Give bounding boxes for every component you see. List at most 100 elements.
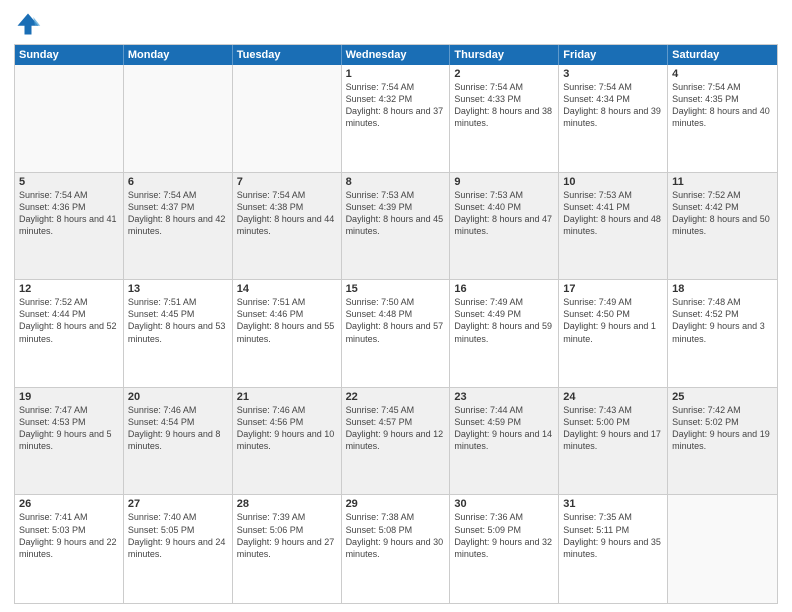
day-info: Sunrise: 7:46 AM Sunset: 4:54 PM Dayligh… bbox=[128, 404, 228, 453]
day-info: Sunrise: 7:45 AM Sunset: 4:57 PM Dayligh… bbox=[346, 404, 446, 453]
day-number: 23 bbox=[454, 391, 554, 403]
calendar-row-1: 1Sunrise: 7:54 AM Sunset: 4:32 PM Daylig… bbox=[15, 65, 777, 173]
day-number: 4 bbox=[672, 68, 773, 80]
cal-cell-3-3: 14Sunrise: 7:51 AM Sunset: 4:46 PM Dayli… bbox=[233, 280, 342, 387]
day-info: Sunrise: 7:41 AM Sunset: 5:03 PM Dayligh… bbox=[19, 511, 119, 560]
cal-cell-3-6: 17Sunrise: 7:49 AM Sunset: 4:50 PM Dayli… bbox=[559, 280, 668, 387]
cal-cell-2-6: 10Sunrise: 7:53 AM Sunset: 4:41 PM Dayli… bbox=[559, 173, 668, 280]
day-info: Sunrise: 7:54 AM Sunset: 4:33 PM Dayligh… bbox=[454, 81, 554, 130]
day-info: Sunrise: 7:53 AM Sunset: 4:41 PM Dayligh… bbox=[563, 189, 663, 238]
day-info: Sunrise: 7:40 AM Sunset: 5:05 PM Dayligh… bbox=[128, 511, 228, 560]
cal-cell-1-6: 3Sunrise: 7:54 AM Sunset: 4:34 PM Daylig… bbox=[559, 65, 668, 172]
day-number: 17 bbox=[563, 283, 663, 295]
day-info: Sunrise: 7:54 AM Sunset: 4:36 PM Dayligh… bbox=[19, 189, 119, 238]
calendar-header: SundayMondayTuesdayWednesdayThursdayFrid… bbox=[15, 45, 777, 65]
cal-cell-2-2: 6Sunrise: 7:54 AM Sunset: 4:37 PM Daylig… bbox=[124, 173, 233, 280]
day-info: Sunrise: 7:50 AM Sunset: 4:48 PM Dayligh… bbox=[346, 296, 446, 345]
day-number: 21 bbox=[237, 391, 337, 403]
day-info: Sunrise: 7:38 AM Sunset: 5:08 PM Dayligh… bbox=[346, 511, 446, 560]
cal-cell-3-5: 16Sunrise: 7:49 AM Sunset: 4:49 PM Dayli… bbox=[450, 280, 559, 387]
weekday-header-friday: Friday bbox=[559, 45, 668, 65]
day-info: Sunrise: 7:52 AM Sunset: 4:44 PM Dayligh… bbox=[19, 296, 119, 345]
cal-cell-2-3: 7Sunrise: 7:54 AM Sunset: 4:38 PM Daylig… bbox=[233, 173, 342, 280]
day-info: Sunrise: 7:48 AM Sunset: 4:52 PM Dayligh… bbox=[672, 296, 773, 345]
cal-cell-4-7: 25Sunrise: 7:42 AM Sunset: 5:02 PM Dayli… bbox=[668, 388, 777, 495]
day-number: 22 bbox=[346, 391, 446, 403]
day-info: Sunrise: 7:51 AM Sunset: 4:45 PM Dayligh… bbox=[128, 296, 228, 345]
day-number: 3 bbox=[563, 68, 663, 80]
cal-cell-5-6: 31Sunrise: 7:35 AM Sunset: 5:11 PM Dayli… bbox=[559, 495, 668, 603]
cal-cell-3-4: 15Sunrise: 7:50 AM Sunset: 4:48 PM Dayli… bbox=[342, 280, 451, 387]
cal-cell-1-5: 2Sunrise: 7:54 AM Sunset: 4:33 PM Daylig… bbox=[450, 65, 559, 172]
cal-cell-3-7: 18Sunrise: 7:48 AM Sunset: 4:52 PM Dayli… bbox=[668, 280, 777, 387]
cal-cell-3-2: 13Sunrise: 7:51 AM Sunset: 4:45 PM Dayli… bbox=[124, 280, 233, 387]
calendar-row-4: 19Sunrise: 7:47 AM Sunset: 4:53 PM Dayli… bbox=[15, 388, 777, 496]
day-info: Sunrise: 7:53 AM Sunset: 4:40 PM Dayligh… bbox=[454, 189, 554, 238]
day-number: 20 bbox=[128, 391, 228, 403]
day-number: 1 bbox=[346, 68, 446, 80]
cal-cell-5-1: 26Sunrise: 7:41 AM Sunset: 5:03 PM Dayli… bbox=[15, 495, 124, 603]
cal-cell-4-3: 21Sunrise: 7:46 AM Sunset: 4:56 PM Dayli… bbox=[233, 388, 342, 495]
cal-cell-2-4: 8Sunrise: 7:53 AM Sunset: 4:39 PM Daylig… bbox=[342, 173, 451, 280]
cal-cell-4-4: 22Sunrise: 7:45 AM Sunset: 4:57 PM Dayli… bbox=[342, 388, 451, 495]
logo bbox=[14, 10, 46, 38]
page: SundayMondayTuesdayWednesdayThursdayFrid… bbox=[0, 0, 792, 612]
day-number: 24 bbox=[563, 391, 663, 403]
calendar: SundayMondayTuesdayWednesdayThursdayFrid… bbox=[14, 44, 778, 604]
cal-cell-5-2: 27Sunrise: 7:40 AM Sunset: 5:05 PM Dayli… bbox=[124, 495, 233, 603]
weekday-header-thursday: Thursday bbox=[450, 45, 559, 65]
day-number: 9 bbox=[454, 176, 554, 188]
day-info: Sunrise: 7:54 AM Sunset: 4:34 PM Dayligh… bbox=[563, 81, 663, 130]
day-number: 16 bbox=[454, 283, 554, 295]
day-number: 6 bbox=[128, 176, 228, 188]
cal-cell-1-1 bbox=[15, 65, 124, 172]
weekday-header-tuesday: Tuesday bbox=[233, 45, 342, 65]
day-number: 26 bbox=[19, 498, 119, 510]
day-number: 28 bbox=[237, 498, 337, 510]
day-number: 8 bbox=[346, 176, 446, 188]
day-info: Sunrise: 7:49 AM Sunset: 4:50 PM Dayligh… bbox=[563, 296, 663, 345]
day-info: Sunrise: 7:39 AM Sunset: 5:06 PM Dayligh… bbox=[237, 511, 337, 560]
day-info: Sunrise: 7:35 AM Sunset: 5:11 PM Dayligh… bbox=[563, 511, 663, 560]
day-info: Sunrise: 7:54 AM Sunset: 4:35 PM Dayligh… bbox=[672, 81, 773, 130]
day-info: Sunrise: 7:46 AM Sunset: 4:56 PM Dayligh… bbox=[237, 404, 337, 453]
cal-cell-1-4: 1Sunrise: 7:54 AM Sunset: 4:32 PM Daylig… bbox=[342, 65, 451, 172]
day-number: 25 bbox=[672, 391, 773, 403]
cal-cell-2-1: 5Sunrise: 7:54 AM Sunset: 4:36 PM Daylig… bbox=[15, 173, 124, 280]
cal-cell-5-3: 28Sunrise: 7:39 AM Sunset: 5:06 PM Dayli… bbox=[233, 495, 342, 603]
day-info: Sunrise: 7:42 AM Sunset: 5:02 PM Dayligh… bbox=[672, 404, 773, 453]
day-number: 19 bbox=[19, 391, 119, 403]
cal-cell-4-6: 24Sunrise: 7:43 AM Sunset: 5:00 PM Dayli… bbox=[559, 388, 668, 495]
calendar-row-3: 12Sunrise: 7:52 AM Sunset: 4:44 PM Dayli… bbox=[15, 280, 777, 388]
day-number: 10 bbox=[563, 176, 663, 188]
cal-cell-5-4: 29Sunrise: 7:38 AM Sunset: 5:08 PM Dayli… bbox=[342, 495, 451, 603]
day-number: 15 bbox=[346, 283, 446, 295]
day-number: 31 bbox=[563, 498, 663, 510]
cal-cell-5-7 bbox=[668, 495, 777, 603]
cal-cell-2-5: 9Sunrise: 7:53 AM Sunset: 4:40 PM Daylig… bbox=[450, 173, 559, 280]
day-number: 27 bbox=[128, 498, 228, 510]
day-number: 7 bbox=[237, 176, 337, 188]
day-info: Sunrise: 7:52 AM Sunset: 4:42 PM Dayligh… bbox=[672, 189, 773, 238]
calendar-body: 1Sunrise: 7:54 AM Sunset: 4:32 PM Daylig… bbox=[15, 65, 777, 603]
cal-cell-2-7: 11Sunrise: 7:52 AM Sunset: 4:42 PM Dayli… bbox=[668, 173, 777, 280]
weekday-header-saturday: Saturday bbox=[668, 45, 777, 65]
cal-cell-5-5: 30Sunrise: 7:36 AM Sunset: 5:09 PM Dayli… bbox=[450, 495, 559, 603]
day-info: Sunrise: 7:54 AM Sunset: 4:37 PM Dayligh… bbox=[128, 189, 228, 238]
day-number: 30 bbox=[454, 498, 554, 510]
header bbox=[14, 10, 778, 38]
cal-cell-3-1: 12Sunrise: 7:52 AM Sunset: 4:44 PM Dayli… bbox=[15, 280, 124, 387]
day-info: Sunrise: 7:54 AM Sunset: 4:32 PM Dayligh… bbox=[346, 81, 446, 130]
calendar-row-2: 5Sunrise: 7:54 AM Sunset: 4:36 PM Daylig… bbox=[15, 173, 777, 281]
cal-cell-4-2: 20Sunrise: 7:46 AM Sunset: 4:54 PM Dayli… bbox=[124, 388, 233, 495]
day-info: Sunrise: 7:44 AM Sunset: 4:59 PM Dayligh… bbox=[454, 404, 554, 453]
logo-icon bbox=[14, 10, 42, 38]
day-info: Sunrise: 7:54 AM Sunset: 4:38 PM Dayligh… bbox=[237, 189, 337, 238]
weekday-header-sunday: Sunday bbox=[15, 45, 124, 65]
day-number: 2 bbox=[454, 68, 554, 80]
cal-cell-4-5: 23Sunrise: 7:44 AM Sunset: 4:59 PM Dayli… bbox=[450, 388, 559, 495]
cal-cell-1-7: 4Sunrise: 7:54 AM Sunset: 4:35 PM Daylig… bbox=[668, 65, 777, 172]
day-number: 29 bbox=[346, 498, 446, 510]
day-info: Sunrise: 7:47 AM Sunset: 4:53 PM Dayligh… bbox=[19, 404, 119, 453]
weekday-header-monday: Monday bbox=[124, 45, 233, 65]
